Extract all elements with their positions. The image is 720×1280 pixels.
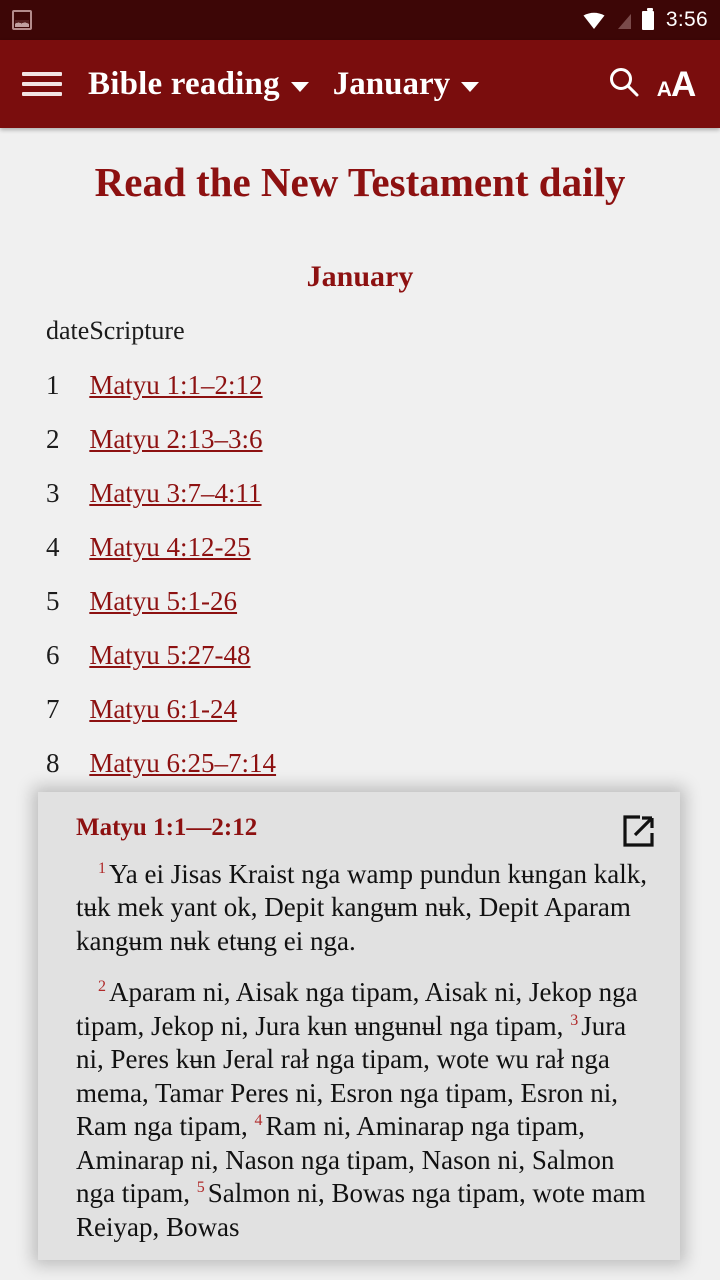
row-date: 2 (0, 424, 89, 478)
table-row: 1 Matyu 1:1–2:12 (0, 370, 720, 424)
search-icon (607, 65, 641, 104)
popup-verse-text: 1Ya ei Jisas Kraist nga wamp pundun kʉng… (38, 848, 680, 1244)
app-bar: Bible reading January AA (0, 40, 720, 128)
row-scripture: Matyu 3:7–4:11 (89, 478, 720, 532)
scripture-link[interactable]: Matyu 5:27-48 (89, 640, 250, 670)
row-scripture: Matyu 1:1–2:12 (89, 370, 720, 424)
bible-reading-dropdown[interactable]: Bible reading (88, 66, 309, 103)
reading-schedule-table: date Scripture 1 Matyu 1:1–2:12 2 Matyu … (0, 316, 720, 856)
month-dropdown[interactable]: January (333, 66, 479, 103)
text-size-small-letter: A (657, 79, 671, 100)
column-header-scripture: Scripture (89, 316, 720, 370)
no-signal-icon (615, 11, 632, 30)
row-date: 5 (0, 586, 89, 640)
verse-paragraph-2: 2Aparam ni, Aisak nga tipam, Aisak ni, J… (76, 976, 648, 1244)
row-scripture: Matyu 4:12-25 (89, 532, 720, 586)
popup-reference: Matyu 1:1—2:12 (76, 814, 257, 842)
row-scripture: Matyu 5:1-26 (89, 586, 720, 640)
scripture-link[interactable]: Matyu 6:25–7:14 (89, 748, 276, 778)
table-row: 4 Matyu 4:12-25 (0, 532, 720, 586)
row-scripture: Matyu 6:1-24 (89, 694, 720, 748)
table-header-row: date Scripture (0, 316, 720, 370)
scripture-link[interactable]: Matyu 2:13–3:6 (89, 424, 262, 454)
verse-number: 1 (98, 860, 106, 877)
table-row: 3 Matyu 3:7–4:11 (0, 478, 720, 532)
verse-number: 4 (254, 1112, 262, 1129)
table-row: 5 Matyu 5:1-26 (0, 586, 720, 640)
screenshot-image-icon (12, 10, 32, 30)
text-size-button[interactable]: AA (650, 58, 702, 110)
app-bar-title: Bible reading (88, 66, 280, 103)
row-date: 6 (0, 640, 89, 694)
app-root: 3:56 Bible reading January A (0, 0, 720, 1280)
status-bar: 3:56 (0, 0, 720, 40)
table-row: 6 Matyu 5:27-48 (0, 640, 720, 694)
row-date: 4 (0, 532, 89, 586)
status-bar-notifications (12, 10, 583, 30)
search-button[interactable] (598, 58, 650, 110)
battery-icon (642, 11, 654, 30)
wifi-icon (583, 12, 605, 29)
clock-time: 3:56 (666, 8, 708, 32)
table-row: 2 Matyu 2:13–3:6 (0, 424, 720, 478)
chevron-down-icon-title (291, 82, 309, 92)
row-date: 1 (0, 370, 89, 424)
scripture-link[interactable]: Matyu 1:1–2:12 (89, 370, 262, 400)
open-in-new-icon[interactable] (622, 814, 656, 848)
verse-number: 3 (570, 1012, 578, 1029)
row-scripture: Matyu 5:27-48 (89, 640, 720, 694)
text-size-icon: AA (657, 67, 695, 102)
page-title: Read the New Testament daily (44, 156, 676, 208)
table-row: 7 Matyu 6:1-24 (0, 694, 720, 748)
scripture-link[interactable]: Matyu 3:7–4:11 (89, 478, 261, 508)
verse-number: 2 (98, 978, 106, 995)
verse-text: Ya ei Jisas Kraist nga wamp pundun kʉnga… (76, 859, 647, 956)
verse-number: 5 (197, 1179, 205, 1196)
verse-preview-popup[interactable]: Matyu 1:1—2:12 1Ya ei Jisas Kraist nga w… (38, 792, 680, 1260)
row-date: 3 (0, 478, 89, 532)
scripture-link[interactable]: Matyu 5:1-26 (89, 586, 237, 616)
text-size-big-letter: A (671, 67, 695, 102)
verse-paragraph-1: 1Ya ei Jisas Kraist nga wamp pundun kʉng… (76, 858, 648, 958)
chevron-down-icon-month (461, 82, 479, 92)
month-heading: January (0, 260, 720, 294)
row-date: 7 (0, 694, 89, 748)
column-header-date: date (0, 316, 89, 370)
app-bar-month: January (333, 66, 450, 103)
popup-header: Matyu 1:1—2:12 (38, 792, 680, 848)
scripture-link[interactable]: Matyu 6:1-24 (89, 694, 237, 724)
verse-text: Aparam ni, Aisak nga tipam, Aisak ni, Je… (76, 977, 638, 1040)
row-scripture: Matyu 2:13–3:6 (89, 424, 720, 478)
hamburger-menu-icon[interactable] (22, 70, 62, 98)
status-bar-system-icons: 3:56 (583, 8, 708, 32)
scripture-link[interactable]: Matyu 4:12-25 (89, 532, 250, 562)
